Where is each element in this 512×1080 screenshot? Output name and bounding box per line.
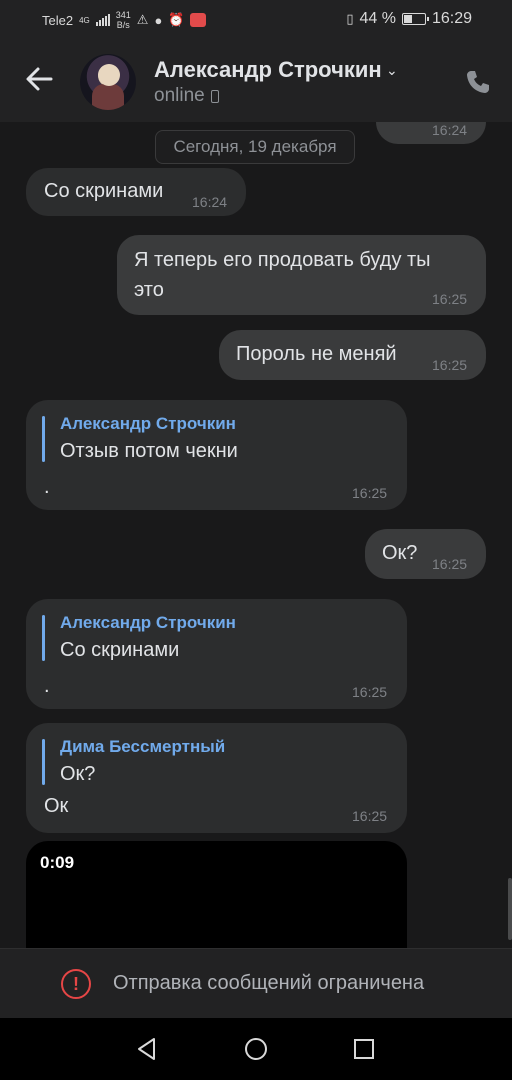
network-type: 4G: [79, 15, 90, 25]
network-speed-unit: B/s: [116, 20, 130, 30]
scrollbar[interactable]: [508, 878, 512, 940]
nav-recents-icon[interactable]: [351, 1036, 377, 1062]
message-time: 16:25: [432, 357, 468, 373]
reply-author: Александр Строчкин: [60, 613, 236, 632]
message-text-line: это: [134, 279, 164, 301]
restriction-text: Отправка сообщений ограничена: [113, 972, 425, 994]
status-bar: Tele2 4G 341 B/s ⚠ ● ⏰ ▯ 44 % 16:29: [0, 0, 512, 42]
message-text: Пороль не меняй: [236, 343, 397, 365]
message-text: .: [44, 476, 50, 498]
app-notification-icon: [190, 13, 207, 27]
reply-quote-bar: [42, 615, 45, 661]
mobile-icon: [210, 89, 219, 103]
message-text: Со скринами: [44, 180, 164, 202]
date-divider: Сегодня, 19 декабря: [155, 130, 355, 164]
message-bubble[interactable]: Со скринами 16:24: [26, 168, 246, 216]
contact-name[interactable]: Александр Строчкин: [154, 57, 382, 83]
reply-text: Со скринами: [60, 639, 180, 661]
warning-icon: ⚠: [136, 12, 149, 27]
message-time: 16:24: [432, 122, 468, 138]
message-time: 16:25: [432, 556, 468, 572]
message-text: Ок: [44, 795, 69, 817]
messaging-restricted-bar: ! Отправка сообщений ограничена: [0, 948, 512, 1019]
vibrate-icon: ▯: [346, 11, 354, 26]
nav-home-icon[interactable]: [243, 1036, 269, 1062]
back-arrow-icon[interactable]: [24, 64, 54, 94]
message-bubble[interactable]: Пороль не меняй 16:25: [219, 330, 486, 380]
reply-text: Ок?: [60, 763, 96, 785]
nav-back-icon[interactable]: [134, 1036, 160, 1062]
message-text: Ок: [394, 122, 418, 125]
system-nav-bar: [0, 1018, 512, 1080]
clock: 16:29: [431, 10, 472, 27]
chevron-down-icon[interactable]: ⌄: [386, 62, 398, 79]
contact-status: online: [154, 85, 219, 107]
battery-icon: [401, 13, 429, 25]
message-text: Ок?: [382, 542, 418, 564]
alert-circle-icon: !: [61, 969, 91, 999]
video-message[interactable]: 0:09: [26, 841, 407, 948]
reply-message-bubble[interactable]: Александр Строчкин Отзыв потом чекни . 1…: [26, 400, 407, 510]
chat-notification-icon: ●: [154, 12, 163, 28]
message-bubble[interactable]: Я теперь его продовать буду ты это 16:25: [117, 235, 486, 315]
avatar[interactable]: [80, 54, 136, 110]
network-speed-value: 341: [115, 10, 131, 20]
alarm-icon: ⏰: [168, 12, 185, 27]
message-time: 16:24: [192, 194, 228, 210]
carrier-label: Tele2: [42, 12, 74, 28]
message-bubble[interactable]: Ок? 16:25: [365, 529, 486, 579]
message-list[interactable]: Ок 16:24 Сегодня, 19 декабря Со скринами…: [0, 122, 512, 948]
message-bubble[interactable]: Ок 16:24: [376, 122, 486, 144]
reply-message-bubble[interactable]: Александр Строчкин Со скринами . 16:25: [26, 599, 407, 709]
message-text: .: [44, 675, 50, 697]
reply-message-bubble[interactable]: Дима Бессмертный Ок? Ок 16:25: [26, 723, 407, 833]
phone-icon[interactable]: [464, 68, 492, 96]
reply-author: Александр Строчкин: [60, 414, 236, 433]
chat-header: Александр Строчкин ⌄ online: [0, 42, 512, 122]
signal-icon: [95, 14, 110, 26]
message-text-line: Я теперь его продовать буду ты: [134, 249, 431, 271]
video-duration: 0:09: [40, 853, 75, 872]
reply-text: Отзыв потом чекни: [60, 440, 238, 462]
message-time: 16:25: [432, 291, 468, 307]
message-time: 16:25: [352, 485, 388, 501]
message-time: 16:25: [352, 684, 388, 700]
status-label: online: [154, 85, 205, 106]
battery-percent: 44 %: [359, 10, 396, 27]
reply-quote-bar: [42, 416, 45, 462]
message-time: 16:25: [352, 808, 388, 824]
reply-quote-bar: [42, 739, 45, 785]
reply-author: Дима Бессмертный: [60, 737, 226, 756]
network-speed: 341 B/s: [116, 10, 131, 30]
